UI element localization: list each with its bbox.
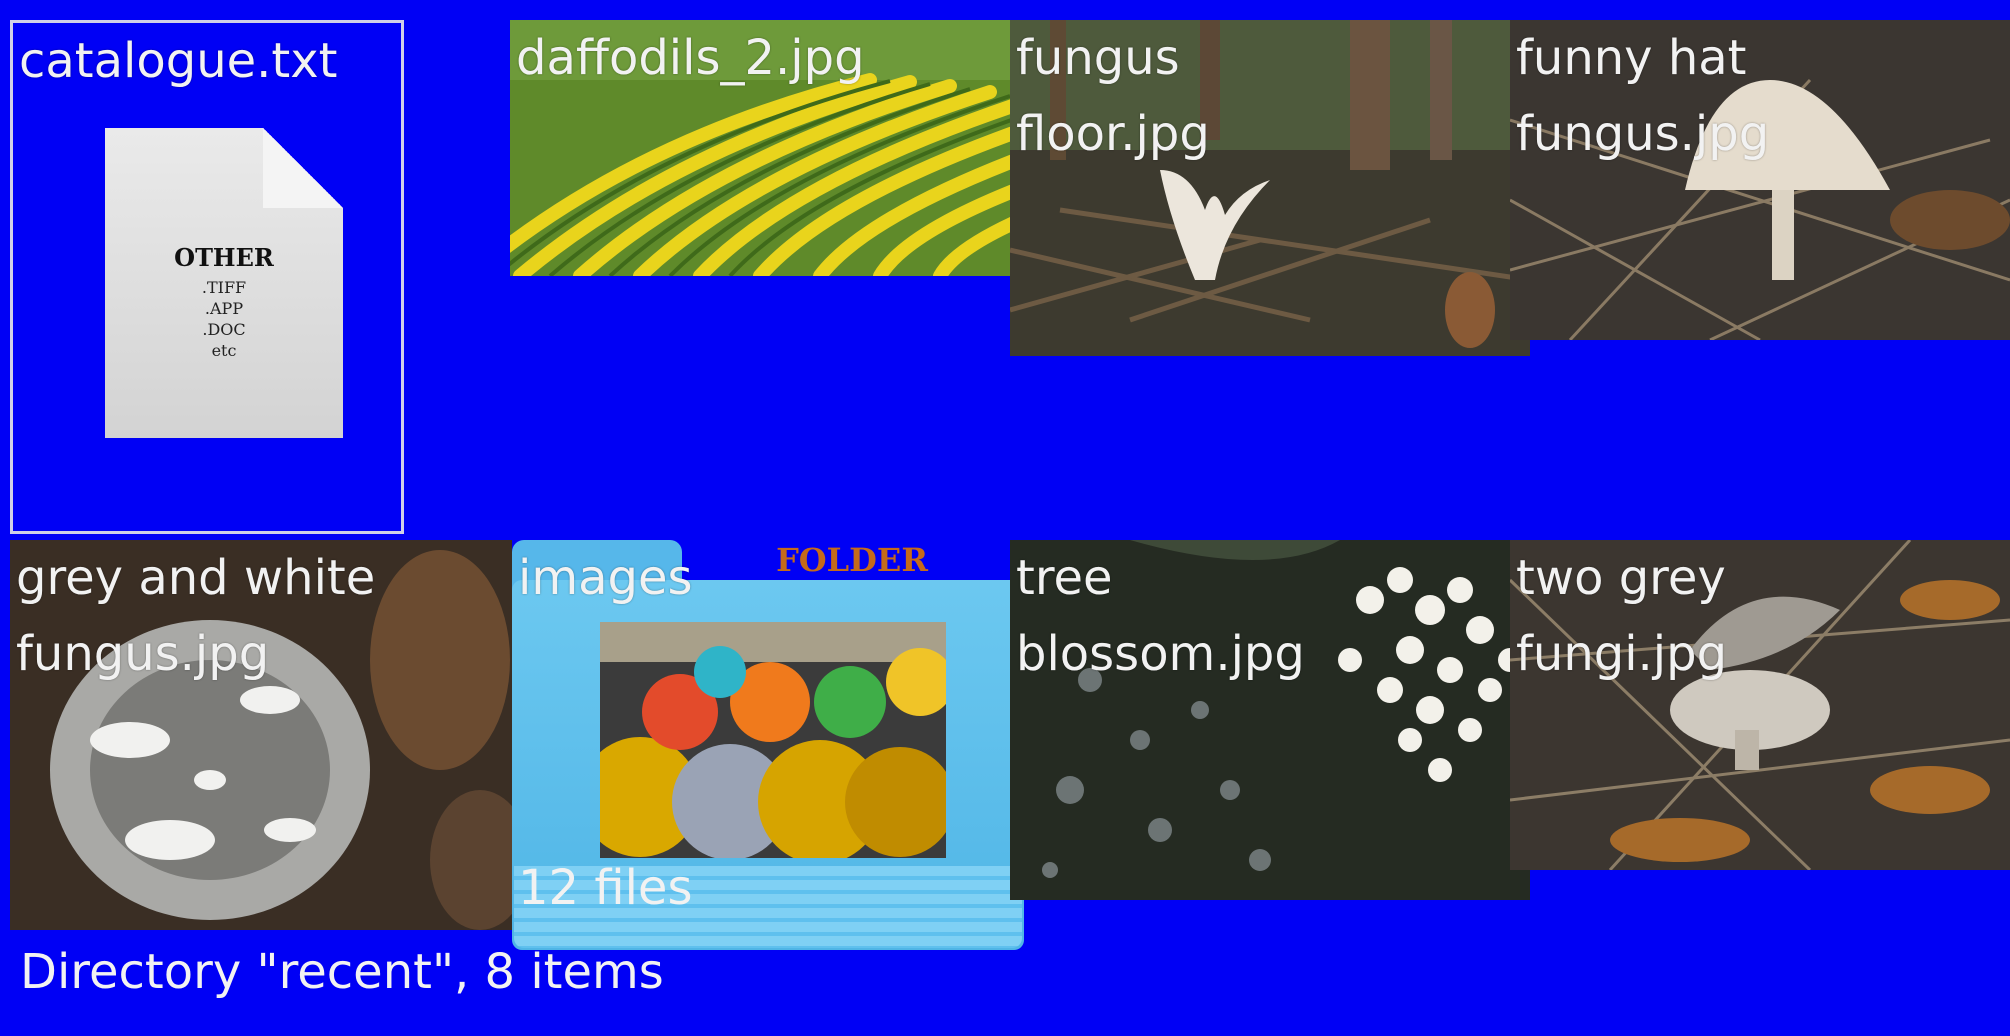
folder-item-images[interactable]: FOLDER 12 files images [512, 540, 1024, 950]
folder-file-count: 12 files [518, 860, 693, 916]
document-type-title: OTHER [174, 243, 274, 272]
file-name-label: daffodils_2.jpg [516, 30, 865, 86]
file-item-two-grey-fungi[interactable]: two grey fungi.jpg [1510, 540, 2010, 870]
file-item-tree-blossom[interactable]: tree blossom.jpg [1010, 540, 1530, 900]
folder-name-label: images [518, 550, 693, 606]
file-name-label: tree blossom.jpg [1016, 550, 1305, 682]
document-icon: OTHER .TIFF .APP .DOC etc [105, 128, 343, 438]
file-name-label: catalogue.txt [19, 33, 338, 89]
file-item-daffodils[interactable]: daffodils_2.jpg [510, 20, 1010, 276]
file-name-label: grey and white fungus.jpg [16, 550, 376, 682]
file-item-catalogue[interactable]: catalogue.txt OTHER .TIFF .APP .DOC etc [10, 20, 404, 534]
folder-preview-image [600, 622, 946, 858]
file-name-label: two grey fungi.jpg [1516, 550, 1728, 682]
document-type-line: .TIFF [201, 278, 247, 297]
document-type-line: .APP [204, 299, 244, 318]
directory-status-text: Directory "recent", 8 items [20, 944, 664, 1000]
file-name-label: funny hat fungus.jpg [1516, 30, 1770, 162]
document-type-line: etc [211, 341, 237, 360]
file-item-grey-white-fungus[interactable]: grey and white fungus.jpg [10, 540, 512, 930]
file-item-fungus-floor[interactable]: fungus floor.jpg [1010, 20, 1530, 356]
document-type-line: .DOC [202, 320, 246, 339]
file-item-funny-hat-fungus[interactable]: funny hat fungus.jpg [1510, 20, 2010, 340]
folder-tag-label: FOLDER [776, 541, 928, 579]
file-name-label: fungus floor.jpg [1016, 30, 1210, 162]
